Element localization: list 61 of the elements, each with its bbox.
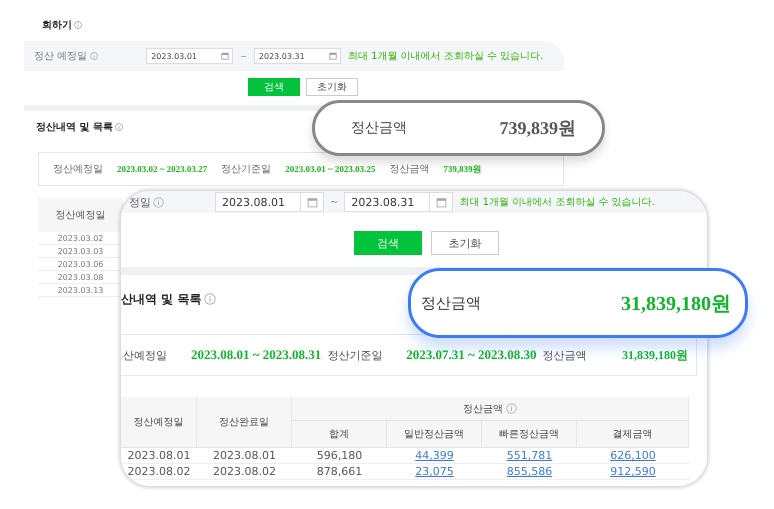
date-field[interactable]: 2023.03.31	[254, 48, 341, 64]
info-icon	[74, 21, 82, 29]
summary-label: 산예정일	[123, 348, 167, 362]
calendar-icon[interactable]	[221, 52, 230, 60]
column-header: 정산예정일	[121, 397, 197, 448]
hint-text: 최대 1개월 이내에서 조회하실 수 있습니다.	[348, 50, 544, 63]
summary-label: 정산기준일	[327, 348, 382, 362]
column-header: 정산완료일	[197, 397, 292, 448]
amount-link[interactable]: 23,075	[415, 465, 454, 478]
summary-label: 정산기준일	[221, 163, 272, 176]
column-header: 일반정산금액	[387, 421, 482, 448]
section-title: 산내역 및 목록	[121, 290, 202, 308]
info-icon	[114, 123, 123, 131]
callout-label: 정산금액	[421, 294, 481, 312]
filter-label: 정일	[129, 194, 151, 210]
section-title: 정산내역 및 목록	[36, 121, 113, 134]
summary-value: 739,839원	[443, 162, 482, 176]
amount-link[interactable]: 855,586	[506, 465, 552, 478]
summary-label: 정산금액	[542, 348, 587, 362]
summary-value: 2023.08.01 ~ 2023.08.31	[191, 347, 322, 363]
summary-value: 2023.03.02 ~ 2023.03.27	[117, 164, 208, 174]
table-cell: 2023.08.01	[121, 448, 197, 464]
column-header: 합계	[292, 421, 387, 448]
calendar-icon[interactable]	[328, 52, 337, 60]
search-button[interactable]: 검색	[248, 78, 300, 96]
summary-label: 정산금액	[389, 163, 430, 176]
date-field[interactable]: 2023.08.01	[215, 192, 324, 212]
callout-value: 739,839원	[500, 117, 576, 140]
hint-text: 최대 1개월 이내에서 조회하실 수 있습니다.	[459, 196, 655, 209]
callout-value: 31,839,180원	[621, 292, 731, 316]
amount-link[interactable]: 551,781	[506, 449, 552, 462]
summary-label: 정산예정일	[53, 163, 103, 176]
search-button[interactable]: 검색	[354, 231, 422, 255]
summary-value: 2023.07.31 ~ 2023.08.30	[406, 347, 537, 363]
info-icon	[153, 196, 164, 208]
search-button[interactable]: 초기화	[306, 78, 358, 96]
date-field[interactable]: 2023.08.31	[344, 192, 454, 212]
table-cell: 2023.08.02	[197, 464, 292, 480]
column-header: 결제금액	[577, 421, 689, 448]
column-header: 정산예정일	[38, 198, 123, 232]
table-cell: 878,661	[292, 464, 387, 480]
date-field[interactable]: 2023.03.01	[146, 48, 234, 64]
table-cell: 596,180	[292, 448, 387, 464]
callout-label: 정산금액	[351, 119, 407, 137]
table-cell: 2023.08.01	[197, 448, 292, 464]
column-header: 빠른정산금액	[482, 421, 577, 448]
search-button[interactable]: 초기화	[431, 231, 499, 255]
amount-link[interactable]: 626,100	[610, 449, 656, 462]
amount-link[interactable]: 912,590	[610, 465, 656, 478]
section-title: 회하기	[42, 19, 72, 32]
info-icon	[506, 403, 517, 414]
info-icon	[204, 293, 216, 305]
table-cell: 2023.08.02	[121, 464, 197, 480]
range-separator: ~	[240, 52, 247, 60]
range-separator: ~	[330, 196, 338, 208]
info-icon	[90, 52, 98, 60]
summary-value: 2023.03.01 ~ 2023.03.25	[285, 164, 376, 174]
filter-label: 정산 예정일	[34, 50, 88, 63]
column-title: 정산금액	[463, 402, 503, 416]
summary-value: 31,839,180원	[622, 346, 688, 364]
amount-link[interactable]: 44,399	[415, 449, 454, 462]
